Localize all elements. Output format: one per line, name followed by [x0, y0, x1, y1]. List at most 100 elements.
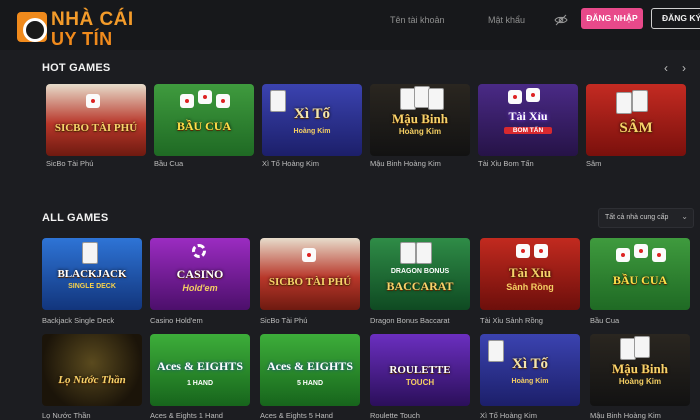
- logo-text-top: NHÀ CÁI: [51, 9, 134, 30]
- provider-select-value: Tất cả nhà cung cấp: [605, 214, 669, 221]
- game-name[interactable]: Bầu Cua: [154, 159, 183, 168]
- game-tile[interactable]: Aces & EIGHTS 5 HAND: [260, 334, 360, 406]
- game-name[interactable]: SicBo Tài Phú: [46, 159, 93, 168]
- game-name[interactable]: Dragon Bonus Baccarat: [370, 316, 450, 325]
- site-logo[interactable]: NHÀ CÁI UY TÍN: [17, 8, 147, 49]
- game-art-subtitle: BOM TẤN: [504, 127, 552, 134]
- game-name[interactable]: Tài Xỉu Bom Tấn: [478, 159, 534, 168]
- game-tile[interactable]: ROULETTE TOUCH: [370, 334, 470, 406]
- game-name[interactable]: Sâm: [586, 159, 601, 168]
- playing-card-icon: [82, 242, 98, 264]
- game-tile[interactable]: Xì Tố Hoàng Kim: [262, 84, 362, 156]
- game-tile[interactable]: SICBO TÀI PHÚ: [46, 84, 146, 156]
- game-tile[interactable]: BẦU CUA: [590, 238, 690, 310]
- game-name[interactable]: SicBo Tài Phú: [260, 316, 307, 325]
- game-name[interactable]: Casino Hold'em: [150, 316, 203, 325]
- game-thumbnail: [42, 334, 142, 406]
- dice-icon: [634, 244, 648, 258]
- game-name[interactable]: Aces & Eights 5 Hand: [260, 411, 333, 420]
- password-field[interactable]: [488, 10, 552, 30]
- game-tile[interactable]: Aces & EIGHTS 1 HAND: [150, 334, 250, 406]
- dice-icon: [508, 90, 522, 104]
- game-art-subtitle: TOUCH: [405, 378, 435, 387]
- dice-icon: [534, 244, 548, 258]
- dice-icon: [526, 88, 540, 102]
- game-art-subtitle: SINGLE DECK: [68, 283, 116, 290]
- game-art-title: BẦU CUA: [612, 273, 668, 287]
- game-name[interactable]: Lọ Nước Thần: [42, 411, 91, 420]
- playing-card-icon: [634, 336, 650, 358]
- eye-off-icon[interactable]: [554, 13, 568, 27]
- game-art-subtitle: Sảnh Rồng: [506, 282, 554, 292]
- game-art-subtitle: Hoàng Kim: [618, 377, 662, 386]
- game-art-title: BACCARAT: [386, 279, 454, 293]
- game-tile[interactable]: SÂM: [586, 84, 686, 156]
- dice-icon: [516, 244, 530, 258]
- dice-icon: [198, 90, 212, 104]
- game-art-title: Xì Tố: [512, 356, 548, 372]
- game-art-title: BẦU CUA: [176, 119, 232, 133]
- game-name[interactable]: Aces & Eights 1 Hand: [150, 411, 223, 420]
- game-tile[interactable]: Tài Xỉu BOM TẤN: [478, 84, 578, 156]
- provider-select[interactable]: Tất cả nhà cung cấp ⌄: [598, 208, 694, 228]
- game-name[interactable]: Xì Tố Hoàng Kim: [262, 159, 319, 168]
- game-name[interactable]: Tài Xỉu Sảnh Rồng: [480, 316, 543, 325]
- dice-icon: [216, 94, 230, 108]
- game-tile[interactable]: Mậu Binh Hoàng Kim: [590, 334, 690, 406]
- chip-icon: [192, 244, 206, 258]
- game-name[interactable]: Backjack Single Deck: [42, 316, 114, 325]
- playing-card-icon: [428, 88, 444, 110]
- dice-icon: [180, 94, 194, 108]
- register-button[interactable]: ĐĂNG KÝ: [651, 8, 700, 29]
- game-art-subtitle: Hoàng Kim: [511, 378, 549, 385]
- game-art-title: Lọ Nước Thần: [58, 374, 126, 386]
- game-tile[interactable]: SICBO TÀI PHÚ: [260, 238, 360, 310]
- game-name[interactable]: Bầu Cua: [590, 316, 619, 325]
- all-games-title: ALL GAMES: [42, 212, 109, 224]
- game-tile[interactable]: Lọ Nước Thần: [42, 334, 142, 406]
- game-art-title: BLACKJACK: [57, 268, 127, 280]
- dice-icon: [616, 248, 630, 262]
- login-button[interactable]: ĐĂNG NHẬP: [581, 8, 643, 29]
- game-art-title: Tài Xỉu: [508, 109, 548, 123]
- game-art-title: CASINO: [176, 267, 224, 281]
- game-name[interactable]: Xì Tố Hoàng Kim: [480, 411, 537, 420]
- game-art-title: Mậu Binh: [612, 361, 668, 376]
- hot-games-title: HOT GAMES: [42, 62, 111, 74]
- game-tile[interactable]: Tài Xỉu Sảnh Rồng: [480, 238, 580, 310]
- username-field[interactable]: [390, 10, 474, 30]
- game-tile[interactable]: BẦU CUA: [154, 84, 254, 156]
- game-name[interactable]: Mậu Binh Hoàng Kim: [370, 159, 441, 168]
- carousel-prev-button[interactable]: ‹: [660, 61, 672, 75]
- playing-card-icon: [400, 242, 416, 264]
- game-art-subtitle: DRAGON BONUS: [390, 268, 450, 275]
- game-art-title: SICBO TÀI PHÚ: [54, 122, 138, 134]
- dice-icon: [652, 248, 666, 262]
- game-name[interactable]: Mậu Binh Hoàng Kim: [590, 411, 661, 420]
- playing-card-icon: [632, 90, 648, 112]
- dice-icon: [86, 94, 100, 108]
- dice-icon: [302, 248, 316, 262]
- game-tile[interactable]: CASINO Hold'em: [150, 238, 250, 310]
- game-art-subtitle: Hoàng Kim: [293, 128, 331, 135]
- game-art-subtitle: Hold'em: [182, 283, 218, 293]
- logo-ball-icon: [17, 12, 47, 42]
- game-art-title: Mậu Binh: [392, 111, 448, 126]
- game-tile[interactable]: Mậu Binh Hoàng Kim: [370, 84, 470, 156]
- carousel-next-button[interactable]: ›: [678, 61, 690, 75]
- game-art-title: ROULETTE: [389, 364, 451, 376]
- game-tile[interactable]: DRAGON BONUS BACCARAT: [370, 238, 470, 310]
- chevron-down-icon: ⌄: [681, 212, 688, 221]
- game-art-title: SÂM: [619, 120, 653, 136]
- game-tile[interactable]: BLACKJACK SINGLE DECK: [42, 238, 142, 310]
- playing-card-icon: [416, 242, 432, 264]
- game-tile[interactable]: Xì Tố Hoàng Kim: [480, 334, 580, 406]
- game-art-title: Xì Tố: [294, 106, 330, 122]
- game-art-subtitle: Hoàng Kim: [398, 127, 442, 136]
- game-art-title: Tài Xỉu: [508, 265, 552, 280]
- game-art-subtitle: 5 HAND: [296, 380, 324, 387]
- game-name[interactable]: Roulette Touch: [370, 411, 420, 420]
- game-art-subtitle: 1 HAND: [186, 380, 214, 387]
- playing-card-icon: [616, 92, 632, 114]
- game-art-title: Aces & EIGHTS: [266, 359, 353, 373]
